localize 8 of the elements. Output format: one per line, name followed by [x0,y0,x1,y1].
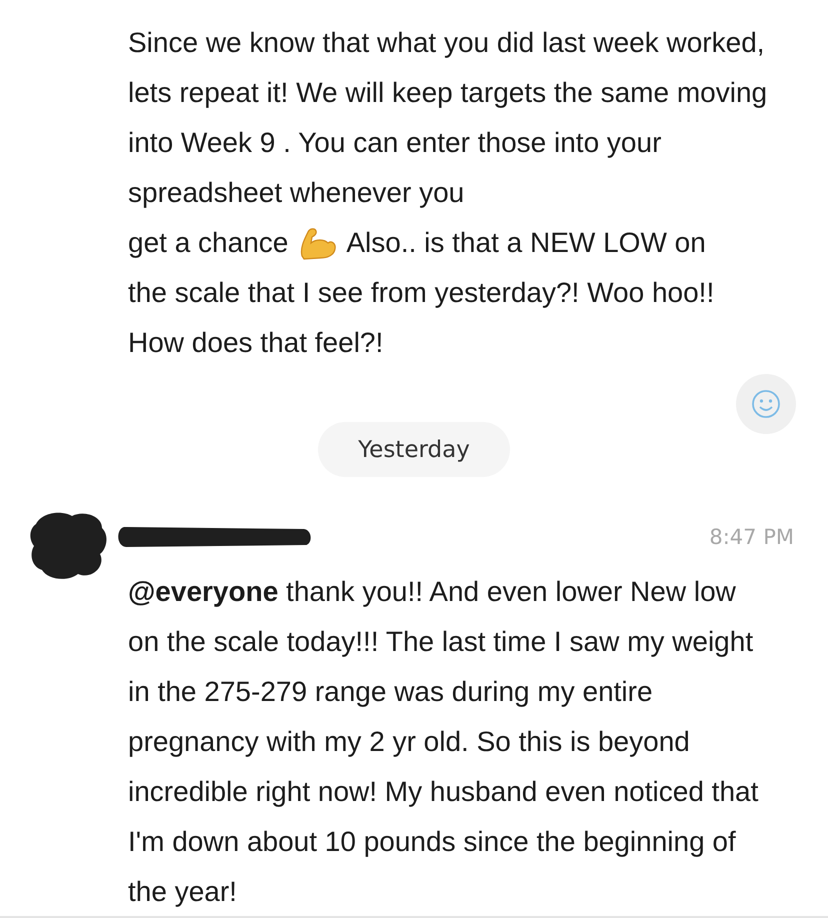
flexed-arm-icon [298,226,338,260]
message-text: the scale that I see from yesterday?! Woo hoo!! How does that feel?! [128,276,716,360]
message-time: 8:47 PM [709,525,794,549]
message-text: Also.. is that a NEW LOW on [346,226,706,260]
date-divider: Yesterday [318,422,510,477]
smiley-icon [751,389,781,419]
message-text: @everyone thank you!! And even lower New low on the scale today!!! The last time I saw my weight in the 275-279 range was during my entire pregnancy with my 2 yr old. So this is beyond incredible right now! My husband even noticed that I'm down about 10 pounds since the beginning of the year! [128,575,760,909]
message-text: get a chance [128,226,288,260]
